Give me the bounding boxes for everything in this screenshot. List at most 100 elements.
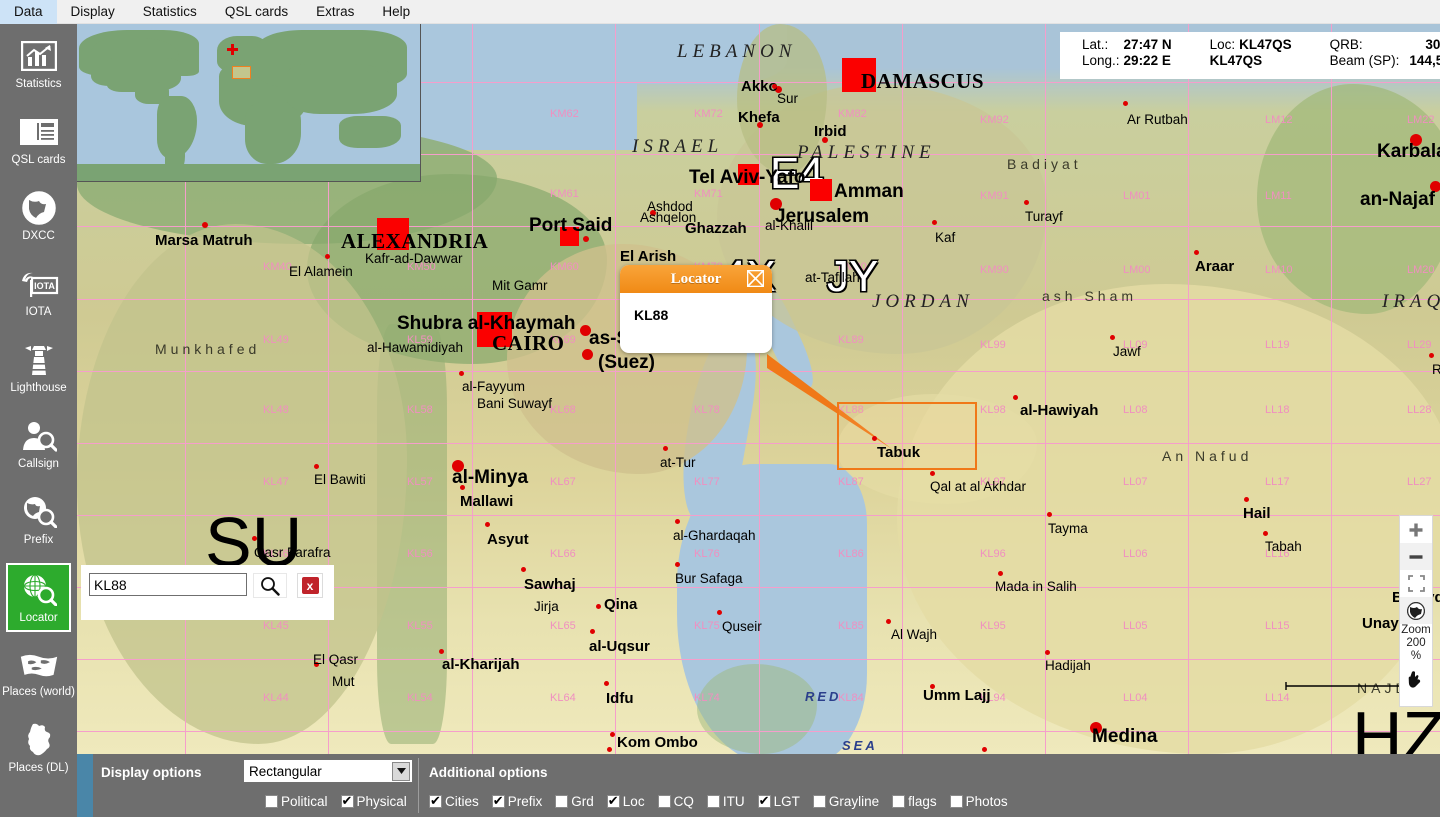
locator-popup[interactable]: Locator KL88 bbox=[620, 265, 772, 353]
grid-square-label: KL54 bbox=[407, 692, 433, 704]
checkbox-physical-box bbox=[340, 793, 354, 808]
zoom-out-button[interactable] bbox=[1400, 543, 1432, 570]
city-label: Asyut bbox=[487, 531, 529, 548]
terrain-coast-south bbox=[697, 664, 817, 754]
city-label: El Arish bbox=[620, 248, 677, 265]
loc-value: KL47QS bbox=[1239, 37, 1292, 52]
lat-label: Lat.: bbox=[1082, 37, 1109, 52]
region-label: ash Sham bbox=[1042, 288, 1138, 304]
checkbox-grayline[interactable]: Grayline bbox=[812, 794, 880, 809]
globe-icon bbox=[19, 188, 59, 228]
globe-icon bbox=[1407, 601, 1425, 620]
menu-item-help[interactable]: Help bbox=[368, 0, 424, 24]
sidebar-item-statistics[interactable]: Statistics bbox=[6, 31, 71, 100]
clear-search-button[interactable]: x bbox=[297, 573, 323, 598]
country-label: IRAQ bbox=[1382, 291, 1440, 312]
checkbox-flags[interactable]: flags bbox=[892, 794, 937, 809]
city-marker bbox=[459, 371, 464, 376]
checkbox-photos[interactable]: Photos bbox=[949, 794, 1008, 809]
sidebar-item-iota[interactable]: IOTA IOTA bbox=[6, 259, 71, 328]
checkbox-political[interactable]: Political bbox=[265, 794, 328, 809]
search-icon bbox=[261, 576, 280, 596]
viewport-indicator[interactable] bbox=[232, 66, 251, 79]
clear-icon: x bbox=[301, 577, 319, 594]
checkbox-loc[interactable]: Loc bbox=[606, 793, 645, 809]
sidebar-item-places-world[interactable]: Places (world) bbox=[2, 639, 75, 708]
country-label: ISRAEL bbox=[632, 136, 724, 157]
zoom-in-button[interactable] bbox=[1400, 516, 1432, 543]
checkbox-lgt[interactable]: LGT bbox=[757, 793, 800, 809]
grid-square-label: LL04 bbox=[1123, 692, 1148, 704]
city-marker bbox=[1263, 531, 1268, 536]
city-label: Mallawi bbox=[460, 493, 514, 510]
landmass-australia bbox=[339, 116, 401, 148]
bottom-options-bar: Display options Rectangular Political Ph… bbox=[77, 754, 1440, 817]
grid-square-label: KL78 bbox=[694, 404, 720, 416]
grid-globe-search-icon bbox=[19, 570, 59, 610]
sidebar-item-places-dl[interactable]: Places (DL) bbox=[6, 715, 71, 784]
checkbox-grayline-label: Grayline bbox=[828, 794, 880, 809]
city-label: al-Kharijah bbox=[442, 656, 520, 673]
grid-square-label: LM22 bbox=[1407, 114, 1435, 126]
projection-value: Rectangular bbox=[249, 763, 322, 779]
checkbox-political-label: Political bbox=[281, 794, 328, 809]
checkbox-cq[interactable]: CQ bbox=[657, 794, 694, 809]
grid-square-label: KL49 bbox=[263, 334, 289, 346]
checkbox-grd[interactable]: Grd bbox=[555, 794, 594, 809]
checkbox-itu[interactable]: ITU bbox=[706, 794, 745, 809]
capital-marker bbox=[810, 179, 832, 201]
grid-square-label: KM90 bbox=[980, 264, 1009, 276]
sea-label: RED bbox=[805, 689, 842, 704]
city-marker bbox=[314, 464, 319, 469]
menu-item-data[interactable]: Data bbox=[0, 0, 57, 24]
close-icon[interactable] bbox=[747, 270, 764, 287]
city-marker bbox=[460, 485, 465, 490]
city-marker bbox=[485, 522, 490, 527]
menu-item-extras[interactable]: Extras bbox=[302, 0, 368, 24]
sidebar-item-qsl-cards[interactable]: QSL cards bbox=[6, 107, 71, 176]
projection-select[interactable]: Rectangular bbox=[243, 759, 413, 783]
zoom-control: Zoom 200 % bbox=[1399, 515, 1433, 707]
city-label: Tabuk bbox=[877, 444, 921, 461]
city-label: Hail bbox=[1243, 505, 1271, 522]
world-overview-map[interactable] bbox=[77, 24, 421, 182]
sidebar-item-prefix[interactable]: Prefix bbox=[6, 487, 71, 556]
sidebar-item-dxcc[interactable]: DXCC bbox=[6, 183, 71, 252]
city-label: al-Hawamidiyah bbox=[367, 340, 464, 355]
globe-view-button[interactable] bbox=[1400, 597, 1432, 624]
city-marker bbox=[663, 446, 668, 451]
menu-item-display[interactable]: Display bbox=[57, 0, 129, 24]
sidebar-item-lighthouse[interactable]: Lighthouse bbox=[6, 335, 71, 404]
checkbox-prefix[interactable]: Prefix bbox=[491, 793, 542, 809]
island-icon: IOTA bbox=[19, 264, 59, 304]
city-label: Idfu bbox=[606, 690, 634, 707]
menu-bar: Data Display Statistics QSL cards Extras… bbox=[0, 0, 1440, 24]
sidebar-item-locator[interactable]: Locator bbox=[6, 563, 71, 632]
grid-square-label: KL76 bbox=[694, 548, 720, 560]
city-label: Munkhafed bbox=[155, 341, 261, 357]
menu-item-qsl-cards[interactable]: QSL cards bbox=[211, 0, 302, 24]
city-label: Shubra al-Khaymah bbox=[397, 313, 576, 334]
sidebar-item-callsign[interactable]: Callsign bbox=[6, 411, 71, 480]
capital-label: Amman bbox=[834, 181, 904, 202]
city-label: El Qasr bbox=[313, 652, 359, 667]
menu-item-statistics[interactable]: Statistics bbox=[129, 0, 211, 24]
city-marker bbox=[886, 619, 891, 624]
grid-square-label: KM82 bbox=[838, 108, 867, 120]
left-sidebar: Statistics QSL cards DXCC IOTA IOTA Ligh… bbox=[0, 24, 77, 817]
pan-button[interactable] bbox=[1400, 665, 1432, 692]
chevron-down-icon bbox=[392, 761, 410, 781]
landmass-antarctica bbox=[77, 164, 420, 181]
fit-screen-button[interactable] bbox=[1400, 570, 1432, 597]
city-label: Qal at al Akhdar bbox=[930, 479, 1027, 494]
city-label: Tayma bbox=[1048, 521, 1088, 536]
checkbox-grd-box bbox=[555, 795, 569, 808]
search-button[interactable] bbox=[253, 573, 287, 598]
checkbox-cities[interactable]: Cities bbox=[429, 793, 479, 809]
city-label: Turayf bbox=[1025, 209, 1063, 224]
city-marker bbox=[583, 236, 589, 242]
grid-square-label: LM00 bbox=[1123, 264, 1151, 276]
grid-square-label: KM61 bbox=[550, 188, 579, 200]
checkbox-physical[interactable]: Physical bbox=[340, 793, 407, 809]
search-input[interactable] bbox=[89, 573, 247, 596]
